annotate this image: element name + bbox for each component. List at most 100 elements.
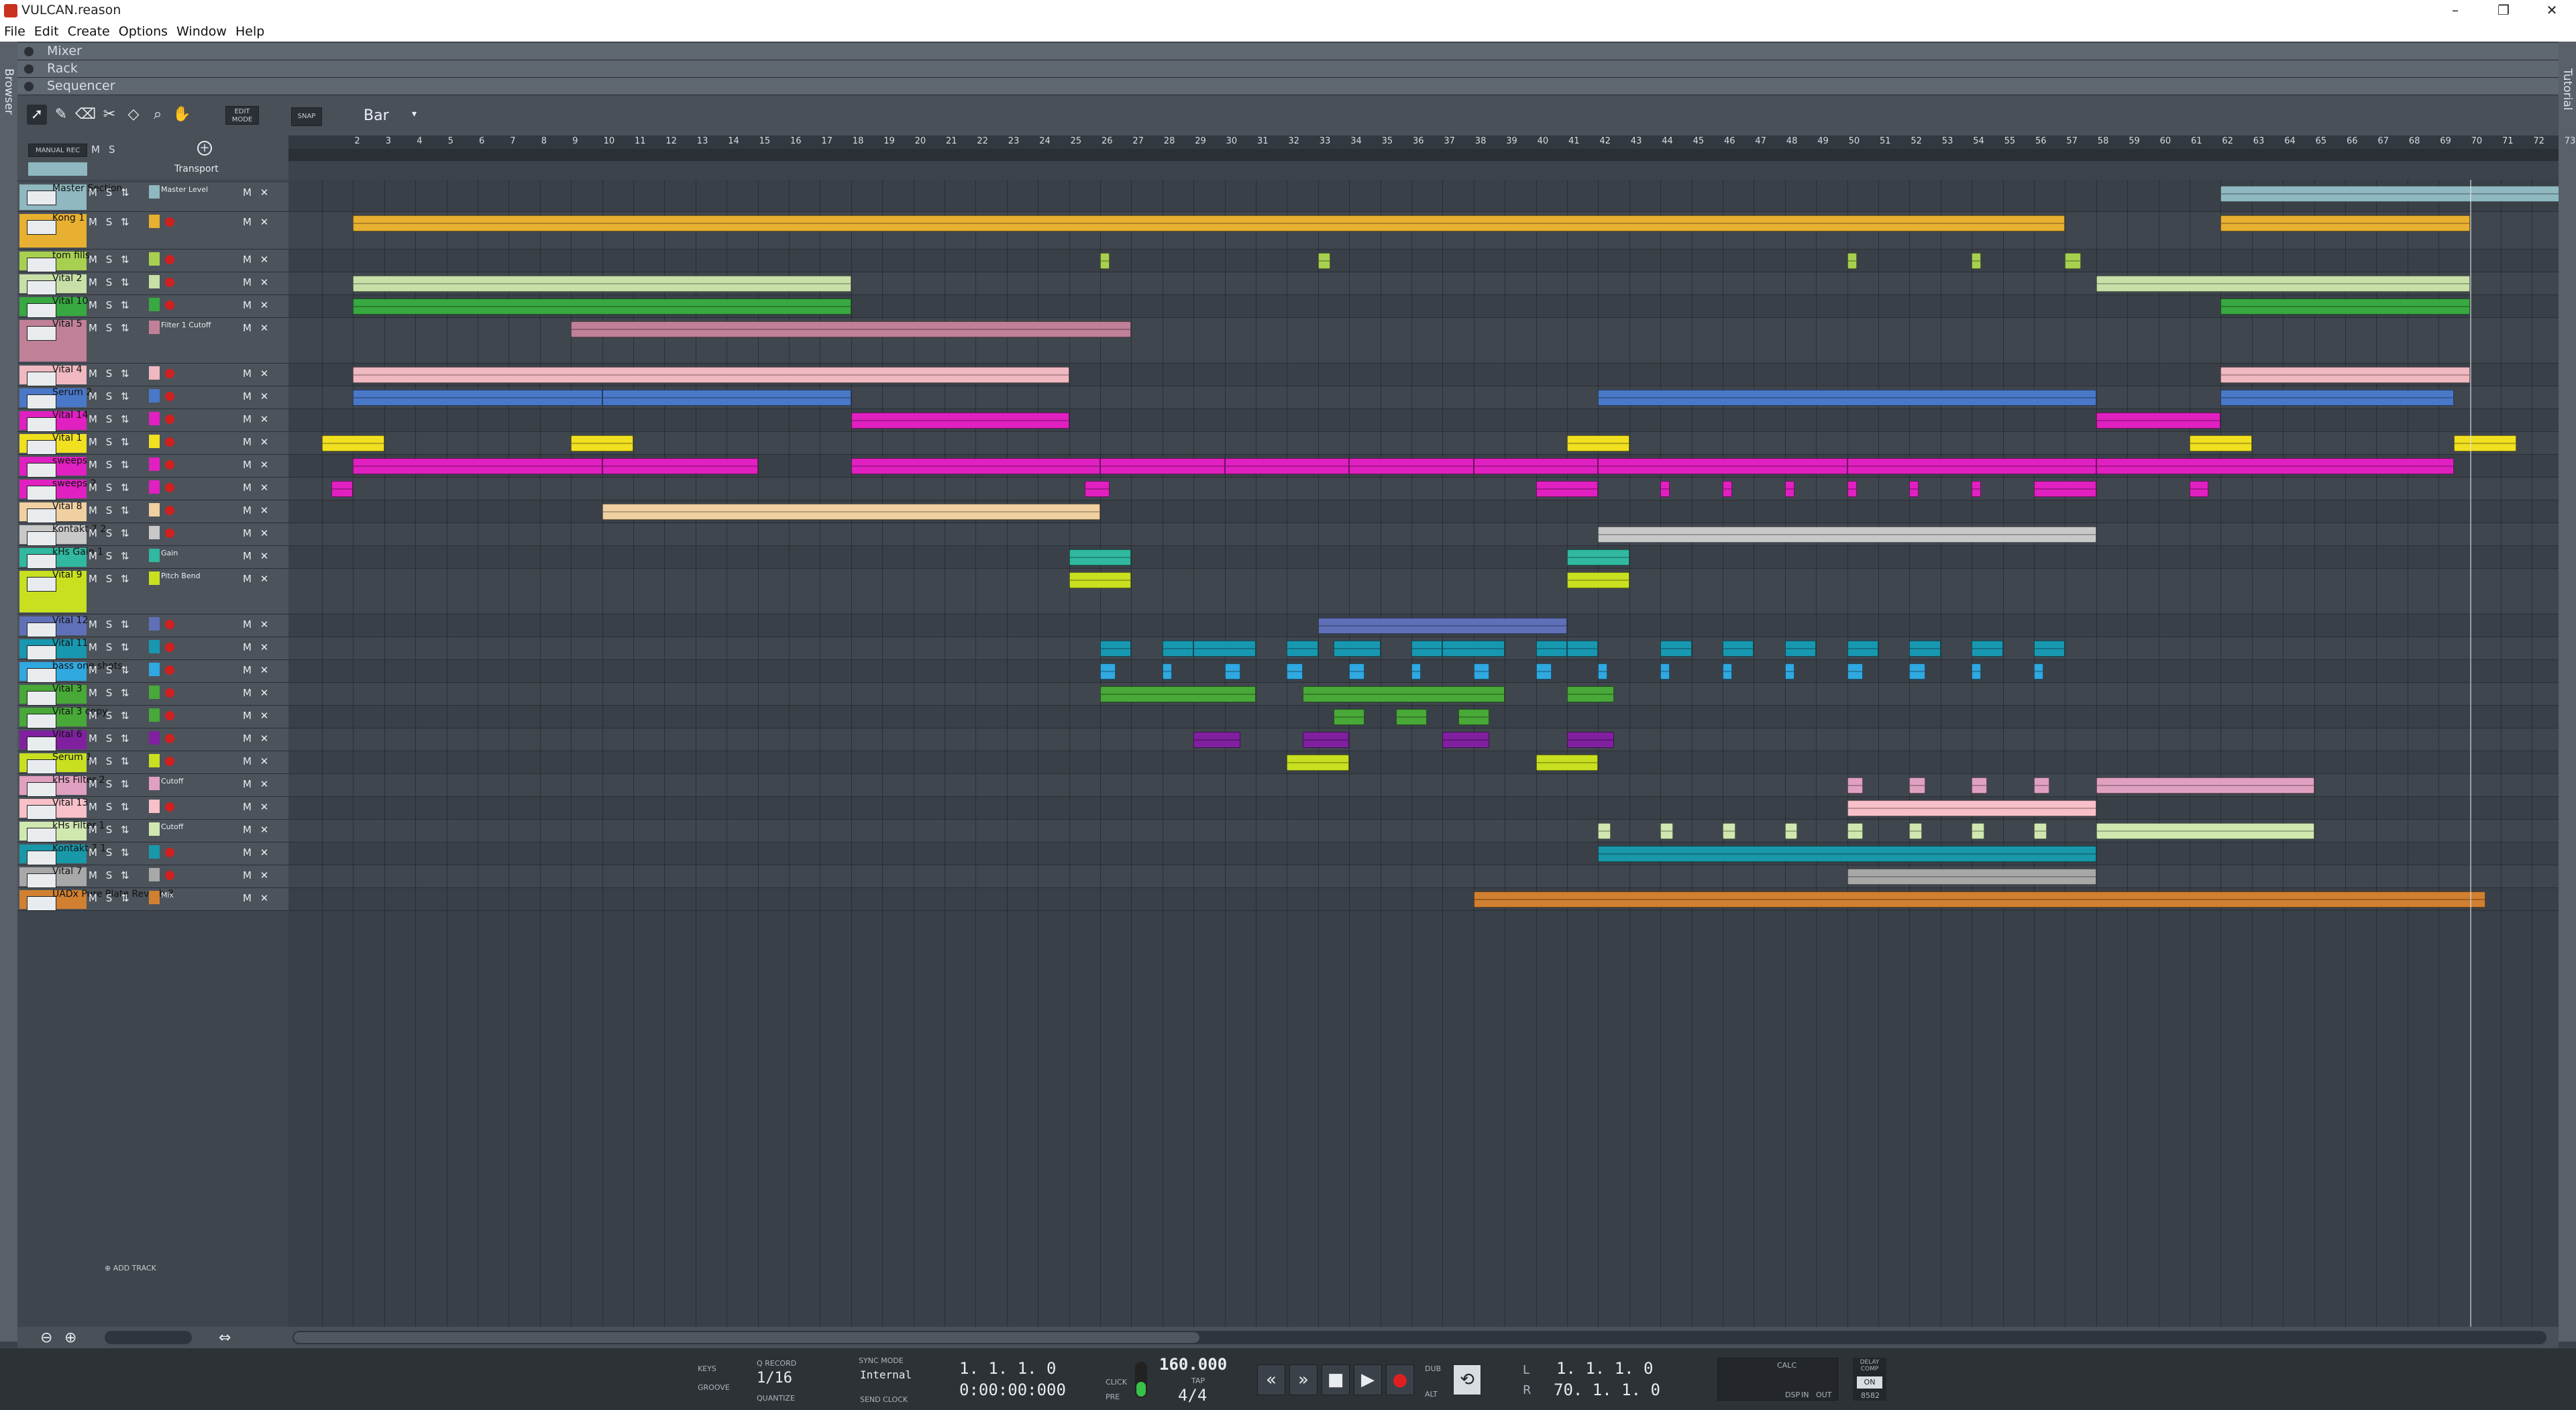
track-lane[interactable] — [288, 843, 2559, 865]
note-clip[interactable] — [2454, 435, 2517, 451]
track-header[interactable]: Vital 10 M S ⇅ M ✕ — [17, 295, 288, 318]
track-lane[interactable] — [288, 250, 2559, 272]
track-header[interactable]: Vital 4 M S ⇅ M ✕ — [17, 364, 288, 386]
note-clip[interactable] — [2096, 276, 2470, 292]
zoom-out-icon[interactable]: ⊖ — [40, 1330, 52, 1346]
track-name[interactable]: Vital 13 — [52, 798, 88, 808]
loop-marker-bar[interactable] — [288, 149, 2559, 161]
track-lane[interactable] — [288, 569, 2559, 614]
note-clip[interactable] — [1598, 663, 1608, 680]
note-clip[interactable] — [1847, 777, 1863, 794]
note-clip[interactable] — [1193, 732, 1240, 748]
track-name[interactable]: Vital 1 — [52, 433, 82, 443]
track-header[interactable]: kHs Filter 1M S ⇅ Cutoff M ✕ — [17, 820, 288, 843]
click-level-slider[interactable] — [1135, 1362, 1147, 1398]
lane-mute-solo[interactable]: M ✕ — [243, 550, 271, 562]
note-clip[interactable] — [1723, 823, 1735, 839]
track-header[interactable]: Vital 2 M S ⇅ M ✕ — [17, 272, 288, 295]
track-header[interactable]: Vital 6 M S ⇅ M ✕ — [17, 728, 288, 751]
track-header[interactable]: Master Section M S ⇅ Master Level M ✕ — [17, 182, 288, 212]
lane-mute-solo[interactable]: M ✕ — [243, 299, 271, 311]
note-clip[interactable] — [2220, 186, 2559, 202]
lane-mute-solo[interactable]: M ✕ — [243, 664, 271, 676]
note-clip[interactable] — [1567, 572, 1629, 588]
note-clip[interactable] — [2220, 390, 2455, 406]
note-clip[interactable] — [1567, 686, 1614, 702]
razor-icon[interactable]: ✂ — [99, 105, 119, 125]
mute-solo-buttons[interactable]: M S ⇅ — [89, 504, 132, 517]
track-name[interactable]: Vital 4 — [52, 364, 82, 375]
track-header[interactable]: Kontakt 7 2M S ⇅ M ✕ — [17, 523, 288, 546]
note-clip[interactable] — [2220, 367, 2470, 383]
zoom-in-icon[interactable]: ⊕ — [64, 1330, 76, 1346]
track-header[interactable]: Serum 1M S ⇅ M ✕ — [17, 751, 288, 774]
note-clip[interactable] — [1909, 823, 1922, 839]
loop-end-marker[interactable] — [2469, 180, 2471, 1327]
lane-mute-solo[interactable]: M ✕ — [243, 368, 271, 380]
record-enable-icon[interactable] — [165, 665, 174, 675]
menu-window[interactable]: Window — [176, 24, 227, 39]
track-header[interactable]: Kontakt 7 1M S ⇅ M ✕ — [17, 843, 288, 865]
track-header[interactable]: Vital 12 M S ⇅ M ✕ — [17, 614, 288, 637]
record-enable-icon[interactable] — [165, 757, 174, 766]
hand-icon[interactable]: ✋ — [172, 105, 192, 125]
note-clip[interactable] — [1909, 777, 1925, 794]
note-clip[interactable] — [1334, 709, 1365, 725]
tutorial-label[interactable]: Tutorial — [2561, 68, 2574, 111]
note-clip[interactable] — [1536, 641, 1567, 657]
menu-options[interactable]: Options — [119, 24, 168, 39]
lane-mute-solo[interactable]: M ✕ — [243, 801, 271, 813]
track-name[interactable]: Serum 1 — [52, 752, 92, 763]
snap-value-select[interactable]: Bar — [364, 107, 389, 124]
note-clip[interactable] — [602, 458, 758, 474]
record-enable-icon[interactable] — [165, 643, 174, 652]
note-clip[interactable] — [1598, 527, 2096, 543]
track-name[interactable]: Vital 6 — [52, 729, 82, 740]
track-lane[interactable] — [288, 660, 2559, 683]
note-clip[interactable] — [1334, 641, 1381, 657]
note-clip[interactable] — [1411, 663, 1421, 680]
arrow-pointer-icon[interactable]: ➚ — [27, 105, 47, 125]
track-header[interactable]: Vital 14 M S ⇅ M ✕ — [17, 409, 288, 432]
record-enable-icon[interactable] — [165, 301, 174, 310]
record-enable-icon[interactable] — [165, 848, 174, 857]
note-clip[interactable] — [1100, 686, 1256, 702]
track-name[interactable]: Vital 10 — [52, 296, 88, 307]
alt-button[interactable]: ALT — [1425, 1390, 1438, 1399]
note-clip[interactable] — [1660, 641, 1692, 657]
quantize-value[interactable]: 1/16 — [757, 1370, 792, 1387]
mute-solo-buttons[interactable]: M S ⇅ — [89, 413, 132, 425]
note-clip[interactable] — [331, 481, 354, 497]
loop-left-position[interactable]: 1. 1. 1. 0 — [1556, 1359, 1654, 1378]
note-clip[interactable] — [353, 367, 1069, 383]
delay-comp-on-button[interactable]: ON — [1857, 1376, 1882, 1389]
note-clip[interactable] — [1784, 481, 1794, 497]
note-clip[interactable] — [1847, 663, 1863, 680]
note-clip[interactable] — [1318, 618, 1567, 634]
lane-mute-solo[interactable]: M ✕ — [243, 778, 271, 790]
note-clip[interactable] — [1598, 846, 2096, 862]
note-clip[interactable] — [1536, 663, 1552, 680]
note-clip[interactable] — [1598, 823, 1611, 839]
add-track-plus-icon[interactable]: + — [197, 141, 212, 156]
chevron-down-icon[interactable]: ▾ — [412, 109, 417, 119]
track-name[interactable]: Vital 7 — [52, 866, 82, 877]
mute-solo-buttons[interactable]: M S ⇅ — [89, 527, 132, 539]
bar-ruler[interactable]: 2 3 4 5 6 7 8 9 10 11 12 13 14 15 16 17 18 19 20 21 22 23 24 25… — [288, 135, 2575, 149]
note-clip[interactable] — [1972, 481, 1982, 497]
scrollbar-thumb[interactable] — [294, 1332, 1199, 1343]
track-lane[interactable] — [288, 797, 2559, 820]
pencil-icon[interactable]: ✎ — [51, 105, 71, 125]
record-enable-icon[interactable] — [165, 415, 174, 424]
track-name[interactable]: tom fills — [52, 250, 90, 261]
lane-mute-solo[interactable]: M ✕ — [243, 186, 271, 199]
note-clip[interactable] — [602, 504, 1100, 520]
record-enable-icon[interactable] — [165, 278, 174, 287]
note-clip[interactable] — [1458, 709, 1489, 725]
plus-circle-icon[interactable]: ⊕ — [105, 1264, 113, 1272]
mute-solo-buttons[interactable]: M S ⇅ — [89, 778, 132, 790]
horizontal-scrollbar[interactable] — [292, 1331, 2546, 1344]
track-header[interactable]: bass one shots M S ⇅ M ✕ — [17, 660, 288, 683]
mute-solo-buttons[interactable]: M S ⇅ — [89, 550, 132, 562]
record-enable-icon[interactable] — [165, 483, 174, 492]
